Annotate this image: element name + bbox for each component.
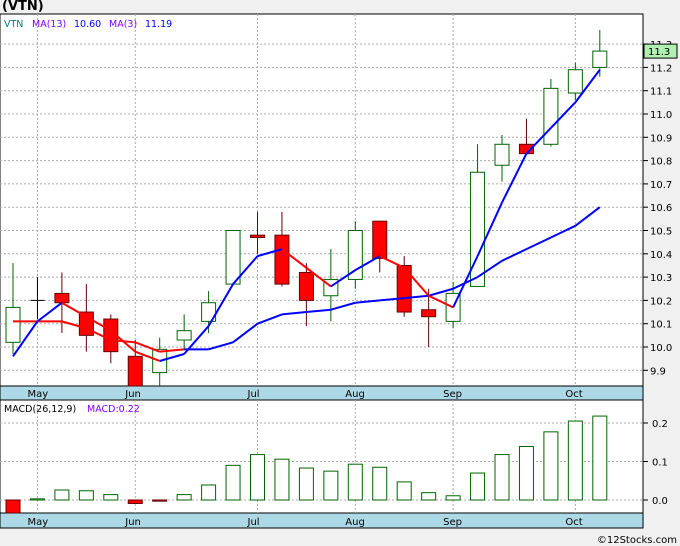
macd-month-label: May — [27, 517, 48, 528]
candle-up — [494, 143, 510, 166]
macd-bar — [445, 495, 461, 501]
macd-bar — [298, 467, 314, 501]
copyright: ©12Stocks.com — [597, 535, 677, 546]
y-tick-label: 11.2 — [650, 63, 672, 74]
month-label: May — [27, 389, 48, 400]
macd-month-label: Jun — [124, 517, 141, 528]
macd-bar — [518, 445, 534, 501]
candle-down — [274, 234, 290, 285]
macd-bar — [201, 484, 217, 501]
macd-month-label: Jul — [247, 517, 260, 528]
month-label: Sep — [443, 389, 462, 400]
macd-bar — [176, 494, 192, 501]
macd-bar-negative — [5, 499, 21, 514]
candle-down — [372, 220, 388, 259]
macd-month-label: Oct — [565, 517, 582, 528]
macd-y-tick-label: 0.0 — [652, 496, 668, 507]
macd-bar — [470, 472, 486, 501]
month-label: Jul — [247, 389, 260, 400]
macd-bar — [421, 492, 437, 501]
y-tick-label: 10.3 — [650, 273, 672, 284]
y-tick-label: 10.9 — [650, 133, 672, 144]
month-label: Oct — [565, 389, 582, 400]
macd-bar — [225, 464, 241, 501]
legend-ma13-label: MA(13) — [32, 19, 66, 30]
y-tick-label: 10.6 — [650, 203, 672, 214]
candle-down — [250, 234, 265, 238]
macd-bar — [543, 431, 559, 501]
legend-ma3-value: 11.19 — [145, 19, 172, 30]
macd-y-tick-label: 0.1 — [652, 458, 668, 469]
candle-up — [225, 230, 241, 285]
macd-bar — [592, 415, 608, 501]
candle-up — [176, 330, 192, 341]
legend-symbol: VTN — [4, 19, 23, 30]
stock-chart: 9.9 10.0 10.1 10.2 10.3 10.4 10.5 10.6 10.7 10.8 1… — [0, 13, 678, 546]
legend-ma13-value: 10.60 — [74, 19, 101, 30]
macd-month-label: Aug — [345, 517, 365, 528]
y-tick-label: 11.1 — [650, 87, 672, 98]
macd-bar-negative — [152, 499, 168, 502]
candle-down — [54, 292, 70, 304]
macd-bar — [347, 463, 363, 501]
macd-bar — [54, 489, 70, 501]
macd-date-axis — [0, 512, 644, 529]
candle-down — [78, 311, 94, 336]
candle-down — [127, 355, 143, 387]
candle-up — [5, 306, 21, 343]
y-tick-label: 10.0 — [650, 343, 672, 354]
macd-bar — [103, 494, 119, 501]
y-tick-label: 9.9 — [650, 366, 666, 377]
macd-legend-label: MACD(26,12,9) — [4, 404, 76, 415]
month-label: Aug — [345, 389, 365, 400]
macd-legend-value: MACD:0.22 — [87, 404, 140, 415]
macd-bar — [396, 481, 412, 501]
candle-up — [567, 69, 583, 94]
last-price-label: 11.3 — [648, 47, 670, 58]
y-tick-label: 10.5 — [650, 227, 672, 238]
candle-down — [298, 271, 314, 301]
y-tick-label: 10.1 — [650, 320, 672, 331]
macd-bar — [250, 454, 265, 501]
macd-bar — [323, 470, 339, 501]
macd-bar — [494, 454, 510, 501]
macd-y-tick-label: 0.2 — [652, 419, 668, 430]
y-tick-label: 10.2 — [650, 296, 672, 307]
y-tick-label: 11.0 — [650, 110, 672, 121]
macd-bar — [78, 490, 94, 501]
y-tick-label: 10.7 — [650, 180, 672, 191]
candle-up — [470, 171, 486, 287]
month-label: Jun — [124, 389, 141, 400]
candle-down — [421, 309, 437, 318]
candle-up — [543, 87, 559, 145]
price-date-axis — [0, 385, 644, 401]
macd-bar — [372, 466, 388, 501]
price-panel — [0, 13, 644, 387]
y-tick-label: 10.8 — [650, 157, 672, 168]
macd-bar-negative — [127, 499, 143, 504]
candle-up — [347, 230, 363, 280]
macd-bar — [274, 458, 290, 501]
macd-bar — [567, 420, 583, 501]
candle-up — [592, 50, 608, 68]
legend-ma3-label: MA(3) — [109, 19, 137, 30]
macd-bar — [29, 498, 45, 501]
macd-month-label: Sep — [443, 517, 462, 528]
y-tick-label: 10.4 — [650, 250, 672, 261]
